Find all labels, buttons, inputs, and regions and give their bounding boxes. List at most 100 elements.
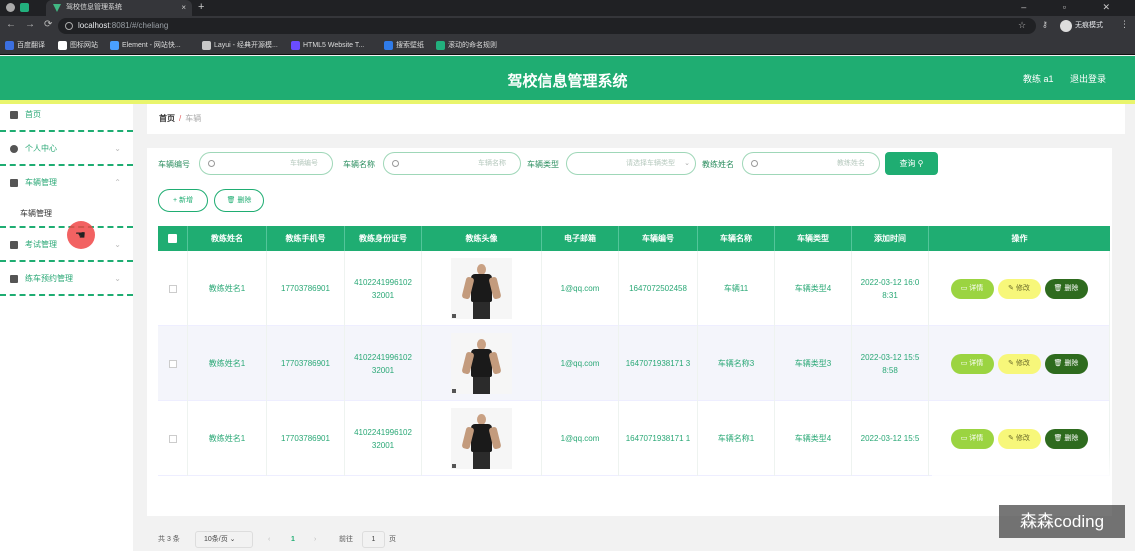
- cell-vehicle-type: 车辆类型4: [775, 251, 852, 326]
- row-checkbox[interactable]: [168, 434, 177, 443]
- sidebar-item-vehicles[interactable]: 车辆管理 ⌃: [0, 172, 133, 200]
- key-icon[interactable]: ⚷: [1042, 20, 1048, 29]
- browser-icon: [6, 3, 15, 12]
- delete-button[interactable]: 🗑 删除: [1044, 353, 1088, 374]
- browser-menu-icon[interactable]: ⋮: [1120, 19, 1129, 30]
- total-count: 共 3 条: [158, 536, 180, 543]
- hand-cursor-icon: ☚: [75, 228, 86, 242]
- bookmark-item[interactable]: 滚动的命名规则: [436, 40, 497, 51]
- current-user: 教练 a1: [1023, 74, 1054, 84]
- url-input[interactable]: localhost:8081/#/cheliang: [58, 18, 1036, 34]
- page-number-current[interactable]: 1: [291, 531, 295, 549]
- vehicle-type-select[interactable]: 请选择车辆类型 ⌄: [566, 152, 696, 175]
- delete-button[interactable]: 🗑 删除: [1044, 428, 1088, 449]
- row-checkbox[interactable]: [168, 284, 177, 293]
- bookmark-item[interactable]: 百度翻译: [5, 40, 45, 51]
- button-label: 详情: [969, 434, 984, 442]
- logout-link[interactable]: 退出登录: [1070, 72, 1106, 85]
- breadcrumb-home[interactable]: 首页: [159, 114, 175, 123]
- user-icon: [10, 145, 18, 153]
- sidebar-item-home[interactable]: 首页: [0, 104, 133, 132]
- nav-buttons[interactable]: ←→⟳: [6, 19, 61, 30]
- pinned-tab-icon[interactable]: [20, 3, 29, 12]
- row-checkbox[interactable]: [168, 359, 177, 368]
- search-icon: [208, 160, 215, 167]
- vehicle-no-label: 车辆编号: [158, 160, 190, 169]
- incognito-indicator[interactable]: 无痕模式: [1060, 19, 1103, 33]
- goto-page-input[interactable]: 1: [362, 531, 385, 548]
- home-icon: [10, 111, 18, 119]
- avatar-cell: [422, 251, 542, 326]
- cell-email: 1@qq.com: [542, 326, 619, 401]
- page-unit-label: 页: [389, 536, 396, 543]
- vehicle-no-placeholder: 车辆编号: [290, 160, 318, 167]
- coach-name-input[interactable]: 教练姓名: [742, 152, 880, 175]
- bookmark-item[interactable]: Layui - 经典开源模...: [202, 40, 278, 51]
- vehicle-name-input[interactable]: 车辆名称: [383, 152, 521, 175]
- edit-button[interactable]: ✎ 修改: [997, 353, 1041, 374]
- coach-avatar-image: [451, 408, 512, 469]
- vehicle-name-label: 车辆名称: [343, 160, 375, 169]
- bookmark-item[interactable]: Element - 网站快...: [110, 40, 181, 51]
- select-all-checkbox[interactable]: [168, 234, 177, 243]
- cell-added-time: 2022-03-12 16:0 8:31: [852, 251, 929, 326]
- row-select-cell: [158, 251, 188, 326]
- breadcrumb: 首页 / 车辆: [147, 104, 1125, 134]
- edit-button[interactable]: ✎ 修改: [997, 278, 1041, 299]
- cell-added-time: 2022-03-12 15:5: [852, 401, 929, 476]
- detail-button[interactable]: ▭ 详情: [950, 278, 994, 299]
- cell-vehicle-name: 车辆名称1: [698, 401, 775, 476]
- vehicle-no-input[interactable]: 车辆编号: [199, 152, 333, 175]
- prev-page-button[interactable]: ‹: [268, 531, 270, 549]
- table-row: 教练姓名1 17703786901 4102241996102 32001 1@qq.…: [158, 326, 1110, 401]
- cell-coach-phone: 17703786901: [267, 401, 345, 476]
- bookmark-item[interactable]: 图标网站: [58, 40, 98, 51]
- avatar-cell: [422, 326, 542, 401]
- sidebar-item-bookings[interactable]: 练车预约管理 ⌄: [0, 268, 133, 296]
- button-label: 修改: [1015, 434, 1030, 442]
- column-header-coach-name: 教练姓名: [188, 226, 267, 251]
- new-tab-button[interactable]: +: [198, 0, 204, 14]
- vehicle-type-placeholder: 请选择车辆类型: [626, 160, 675, 167]
- detail-button[interactable]: ▭ 详情: [950, 353, 994, 374]
- edit-button[interactable]: ✎ 修改: [997, 428, 1041, 449]
- chevron-up-icon: ⌃: [114, 178, 121, 187]
- button-label: 修改: [1015, 284, 1030, 292]
- incognito-label: 无痕模式: [1075, 22, 1103, 29]
- batch-delete-button[interactable]: 🗑 删除: [214, 189, 264, 212]
- bookmark-favicon-icon: [291, 41, 300, 50]
- bookmark-favicon-icon: [436, 41, 445, 50]
- next-page-button[interactable]: ›: [314, 531, 316, 549]
- detail-button[interactable]: ▭ 详情: [950, 428, 994, 449]
- delete-button[interactable]: 🗑 删除: [1044, 278, 1088, 299]
- tab-close-icon[interactable]: ×: [181, 0, 186, 16]
- row-select-cell: [158, 326, 188, 401]
- site-info-icon[interactable]: [65, 22, 73, 30]
- bookmark-item[interactable]: HTML5 Website T...: [291, 40, 364, 51]
- sidebar-subitem-vehicle-manage[interactable]: 车辆管理: [0, 204, 133, 228]
- column-header-vehicle-no: 车辆编号: [619, 226, 698, 251]
- bookmark-star-icon[interactable]: ☆: [1018, 20, 1026, 31]
- sidebar-item-profile[interactable]: 个人中心 ⌄: [0, 138, 133, 166]
- bookmark-item[interactable]: 搜索壁纸: [384, 40, 424, 51]
- vehicle-list-card: 车辆编号 车辆编号 车辆名称 车辆名称 车辆类型 请选择车辆类型 ⌄ 教练姓名 教…: [147, 148, 1112, 548]
- detail-icon: ▭: [960, 284, 970, 292]
- add-button[interactable]: + 新增: [158, 189, 208, 212]
- delete-icon: 🗑: [1053, 284, 1065, 292]
- cell-vehicle-type: 车辆类型3: [775, 326, 852, 401]
- column-header-email: 电子邮箱: [542, 226, 619, 251]
- browser-tab[interactable]: 驾校信息管理系统 ×: [46, 0, 192, 16]
- button-label: 详情: [969, 359, 984, 367]
- cell-vehicle-no: 1647071938171 3: [619, 326, 698, 401]
- coach-name-label: 教练姓名: [702, 160, 734, 169]
- address-bar-row: ←→⟳ localhost:8081/#/cheliang ☆ ⚷ 无痕模式 ⋮: [0, 16, 1135, 36]
- search-button[interactable]: 查询 ⚲: [885, 152, 938, 175]
- bookmarks-bar: 百度翻译 图标网站 Element - 网站快... Layui - 经典开源模...…: [0, 36, 1135, 55]
- detail-icon: ▭: [960, 359, 970, 367]
- sidebar-item-label: 车辆管理: [25, 178, 57, 187]
- button-label: 删除: [1064, 359, 1079, 367]
- coach-avatar-image: [451, 258, 512, 319]
- window-controls[interactable]: – ▫ ✕: [1021, 0, 1127, 14]
- page-size-select[interactable]: 10条/页 ⌄: [195, 531, 253, 548]
- bookmark-label: 滚动的命名规则: [448, 42, 497, 49]
